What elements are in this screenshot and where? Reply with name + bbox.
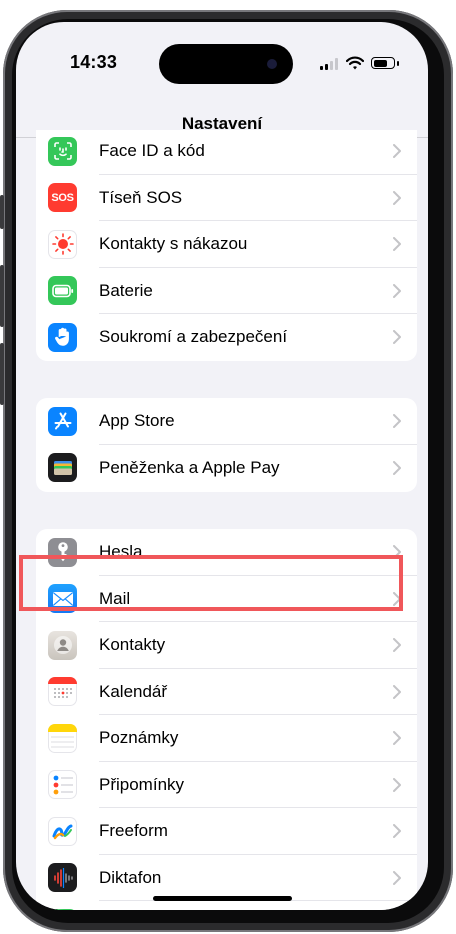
- chevron-right-icon: [393, 731, 401, 745]
- chevron-right-icon: [393, 283, 401, 298]
- settings-group-security: Face ID a kód SOS Tíseň SOS Kontakty s n…: [36, 130, 417, 361]
- app-icon: [48, 909, 77, 910]
- chevron-right-icon: [393, 777, 401, 792]
- settings-row-label: App Store: [99, 411, 175, 431]
- phone-frame: 14:33 Nastavení Face ID a kód SOS Tíseň …: [0, 10, 453, 932]
- battery-tip: [397, 61, 399, 66]
- freeform-icon: [48, 816, 77, 846]
- chevron-right-icon: [393, 190, 401, 205]
- settings-row-wallet[interactable]: Peněženka a Apple Pay: [36, 445, 417, 492]
- chevron-right-icon: [393, 824, 401, 838]
- settings-row-label: Freeform: [99, 821, 168, 841]
- settings-row-next-partial[interactable]: [36, 901, 417, 910]
- chevron-right-icon: [393, 144, 401, 158]
- settings-row-voice-memos[interactable]: Diktafon: [36, 855, 417, 901]
- settings-row-calendar[interactable]: Kalendář: [36, 669, 417, 715]
- settings-row-label: Face ID a kód: [99, 141, 205, 161]
- camera-icon: [267, 59, 277, 69]
- settings-row-label: Tíseň SOS: [99, 187, 183, 207]
- face-id-icon: [48, 136, 77, 166]
- reminders-icon: [48, 770, 77, 800]
- settings-row-label: Diktafon: [99, 867, 162, 887]
- cellular-signal-icon: [320, 58, 338, 70]
- sos-icon: SOS: [48, 183, 77, 213]
- chevron-right-icon: [393, 330, 401, 344]
- settings-row-privacy[interactable]: Soukromí a zabezpečení: [36, 314, 417, 361]
- sos-icon-text: SOS: [51, 191, 74, 204]
- settings-row-face-id[interactable]: Face ID a kód: [36, 130, 417, 175]
- mail-row-highlight: [19, 555, 403, 611]
- status-bar: 14:33: [16, 22, 428, 104]
- settings-row-label: Kontakty s nákazou: [99, 234, 248, 254]
- settings-row-label: Peněženka a Apple Pay: [99, 457, 280, 477]
- volume-up-button: [0, 265, 4, 327]
- app-store-icon: [48, 406, 77, 436]
- chevron-right-icon: [393, 638, 401, 652]
- settings-row-label: Kontakty: [99, 635, 166, 655]
- settings-row-reminders[interactable]: Připomínky: [36, 762, 417, 808]
- contacts-icon: [48, 630, 77, 660]
- settings-row-freeform[interactable]: Freeform: [36, 808, 417, 855]
- settings-row-label: Soukromí a zabezpečení: [99, 327, 288, 347]
- status-time: 14:33: [70, 52, 118, 72]
- chevron-right-icon: [393, 460, 401, 475]
- action-button: [0, 195, 4, 229]
- settings-row-label: Poznámky: [99, 728, 179, 748]
- voice-memos-icon: [48, 863, 77, 893]
- calendar-icon: [48, 677, 77, 707]
- battery-icon: [48, 276, 77, 306]
- chevron-right-icon: [393, 870, 401, 885]
- settings-row-contacts[interactable]: Kontakty: [36, 622, 417, 669]
- chevron-right-icon: [393, 684, 401, 699]
- settings-row-label: Připomínky: [99, 774, 185, 794]
- home-indicator[interactable]: [153, 896, 292, 901]
- wifi-icon: [346, 56, 364, 70]
- settings-row-emergency-sos[interactable]: SOS Tíseň SOS: [36, 175, 417, 221]
- settings-row-battery[interactable]: Baterie: [36, 268, 417, 314]
- hand-icon: [48, 322, 77, 352]
- settings-row-label: Baterie: [99, 280, 153, 300]
- battery-status-icon: [371, 57, 395, 69]
- exposure-icon: [48, 229, 77, 259]
- wallet-icon: [48, 453, 77, 483]
- settings-group-store: App Store Peněženka a Apple Pay: [36, 398, 417, 492]
- dynamic-island: [159, 44, 293, 84]
- volume-down-button: [0, 343, 4, 405]
- chevron-right-icon: [393, 414, 401, 428]
- settings-row-label: Kalendář: [99, 681, 168, 701]
- chevron-right-icon: [393, 237, 401, 251]
- settings-row-exposure-notifications[interactable]: Kontakty s nákazou: [36, 221, 417, 268]
- notes-icon: [48, 723, 77, 753]
- settings-row-app-store[interactable]: App Store: [36, 398, 417, 445]
- settings-row-notes[interactable]: Poznámky: [36, 715, 417, 762]
- screen: 14:33 Nastavení Face ID a kód SOS Tíseň …: [16, 22, 428, 910]
